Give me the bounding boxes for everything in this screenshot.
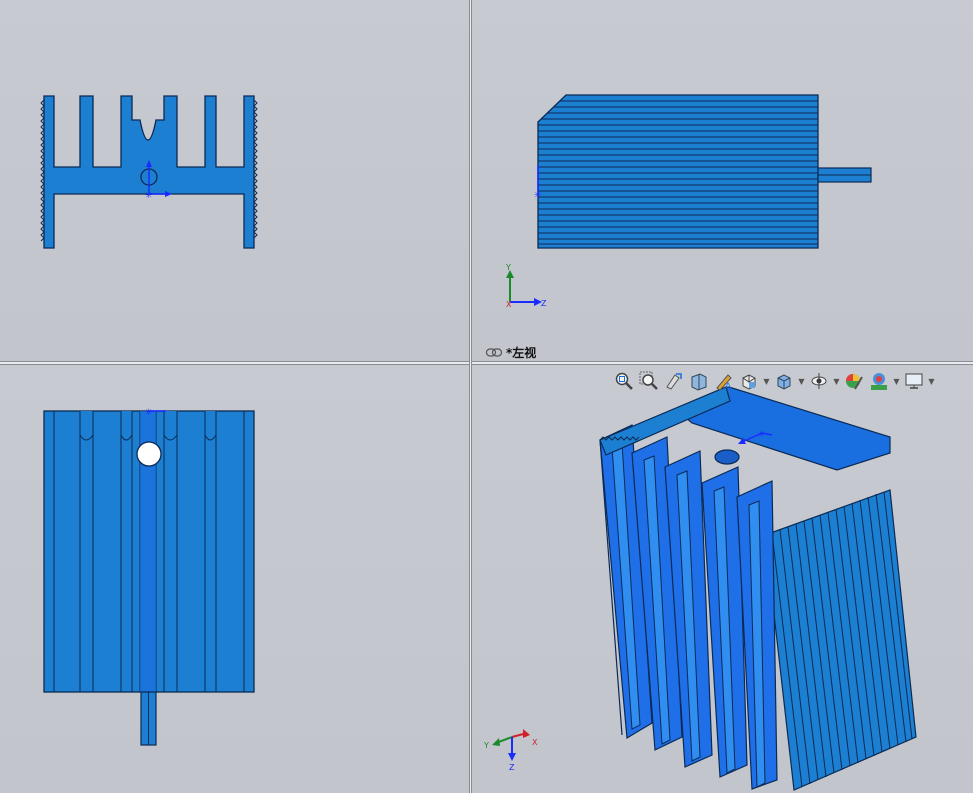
edit-appearance-icon[interactable] — [842, 370, 866, 392]
apply-scene-dropdown[interactable]: ▼ — [892, 370, 901, 392]
heads-up-view-toolbar: A ▼ ▼ ▼ ▼ ▼ — [612, 369, 936, 393]
zoom-to-fit-icon[interactable] — [612, 370, 636, 392]
axis-y-label: Y — [505, 263, 511, 272]
svg-text:✳: ✳ — [534, 191, 542, 201]
svg-text:✳: ✳ — [145, 408, 153, 418]
viewport-isometric[interactable]: A ▼ ▼ ▼ ▼ ▼ ✳ X Y Z — [472, 365, 973, 793]
apply-scene-icon[interactable] — [867, 370, 891, 392]
previous-view-icon[interactable] — [662, 370, 686, 392]
viewport-left[interactable]: ✳ Y Z X *左视 — [472, 0, 973, 361]
iso-axis-z-label: Z — [509, 763, 515, 772]
view-settings-dropdown[interactable]: ▼ — [927, 370, 936, 392]
display-style-dropdown[interactable]: ▼ — [797, 370, 806, 392]
iso-axis-y-label: Y — [483, 741, 489, 750]
view-settings-icon[interactable] — [902, 370, 926, 392]
vertical-viewport-splitter[interactable] — [469, 0, 472, 793]
display-style-icon[interactable] — [772, 370, 796, 392]
graphics-area[interactable]: ✳ ✳ Y Z X *左视 ✳ A ▼ ▼ ▼ ▼ ▼ ✳ X Y Z — [0, 0, 973, 793]
axis-triad-iso: X Y Z — [483, 729, 538, 772]
hide-show-items-dropdown[interactable]: ▼ — [832, 370, 841, 392]
view-orientation-icon[interactable] — [737, 370, 761, 392]
dynamic-annotation-icon[interactable]: A — [712, 370, 736, 392]
link-icon — [486, 348, 502, 357]
axis-triad: Y Z X — [505, 263, 547, 309]
svg-text:✳: ✳ — [145, 191, 153, 201]
left-view-part: ✳ Y Z X — [505, 94, 872, 309]
axis-z-label: Z — [541, 299, 547, 308]
svg-text:✳: ✳ — [758, 430, 766, 440]
top-view-part: ✳ — [43, 408, 255, 746]
mounting-hole-top — [136, 441, 162, 467]
front-view-part: ✳ — [40, 95, 258, 249]
view-orientation-dropdown[interactable]: ▼ — [762, 370, 771, 392]
isometric-view-part: ✳ X Y Z — [483, 386, 917, 791]
fin-stack-side — [537, 94, 819, 249]
viewport-front[interactable]: ✳ — [0, 0, 469, 361]
horizontal-viewport-splitter[interactable] — [0, 361, 973, 365]
view-name-label: *左视 — [486, 344, 536, 361]
zoom-to-area-icon[interactable] — [637, 370, 661, 392]
axis-x-label: X — [506, 300, 512, 309]
iso-axis-x-label: X — [532, 738, 538, 747]
section-view-icon[interactable] — [687, 370, 711, 392]
viewport-top[interactable]: ✳ — [0, 365, 469, 793]
svg-text:A: A — [725, 382, 732, 391]
hide-show-items-icon[interactable] — [807, 370, 831, 392]
view-name-text: *左视 — [506, 346, 537, 360]
